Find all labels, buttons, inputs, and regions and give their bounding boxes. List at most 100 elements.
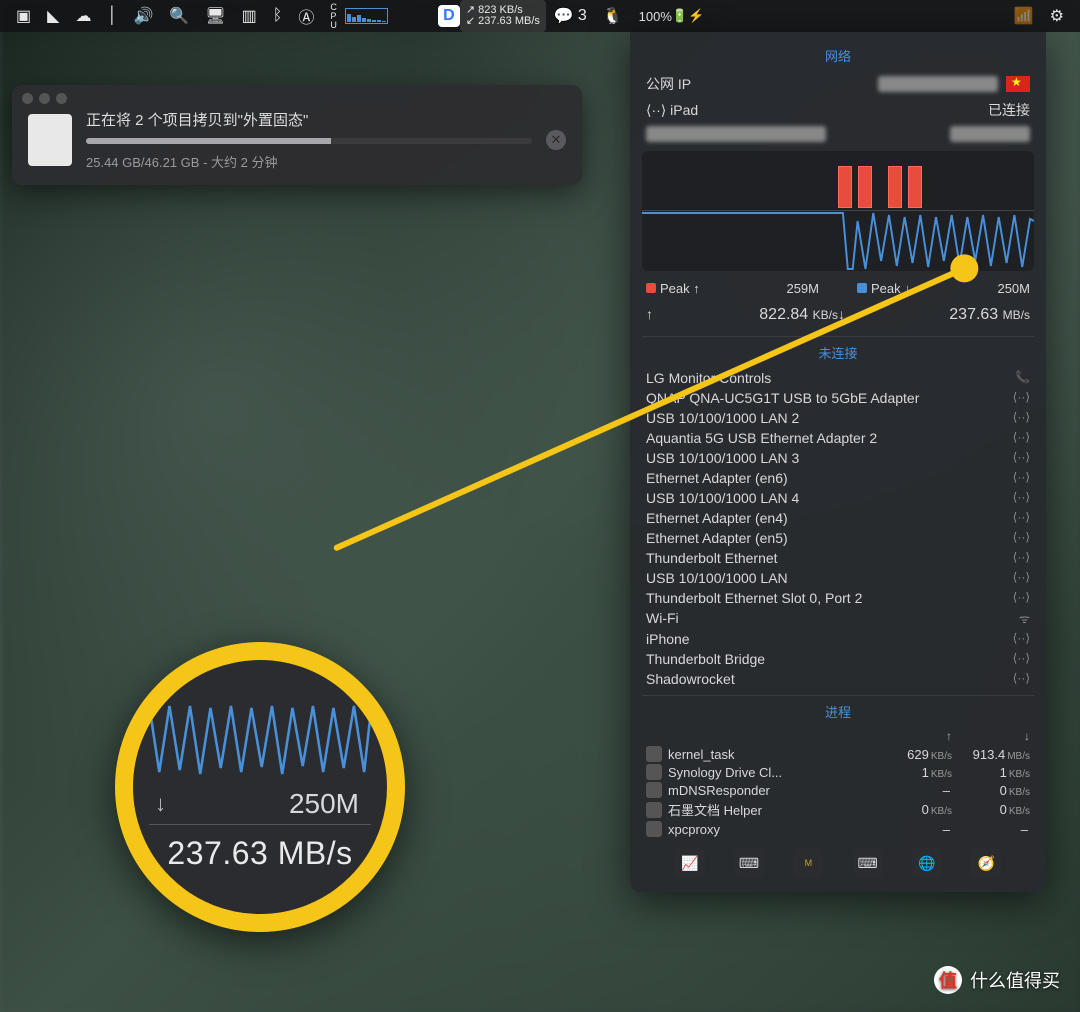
activity-monitor-icon[interactable]: 📈	[675, 848, 705, 878]
process-name: kernel_task	[668, 747, 874, 762]
adapter-row[interactable]: USB 10/100/1000 LAN 4 ⟨··⟩	[630, 488, 1046, 508]
adapter-row[interactable]: USB 10/100/1000 LAN 3 ⟨··⟩	[630, 448, 1046, 468]
process-down: –	[952, 822, 1030, 837]
adapter-row[interactable]: Thunderbolt Ethernet⟨··⟩	[630, 548, 1046, 568]
peak-row: Peak ↑ 259M Peak ↓ 250M	[630, 277, 1046, 300]
process-icon	[646, 821, 662, 837]
cloud-icon[interactable]: ☁	[67, 0, 99, 32]
adapter-type-icon: ⟨··⟩	[1013, 631, 1030, 647]
adapter-type-icon: ⟨··⟩	[1013, 490, 1030, 506]
qq-icon[interactable]: 🐧	[595, 0, 631, 32]
adapter-type-icon: ⟨··⟩	[1013, 410, 1030, 426]
display-icon[interactable]: 🖥	[197, 0, 233, 32]
battery-status[interactable]: 100% 🔋⚡	[631, 0, 713, 32]
adapter-type-icon: ⟨··⟩	[1013, 470, 1030, 486]
up-arrow-icon: ↑	[646, 306, 653, 322]
console-icon[interactable]: ⌨	[853, 848, 883, 878]
volume-icon[interactable]: 🔊	[125, 0, 161, 32]
wechat-badge: 3	[578, 7, 587, 25]
watermark-badge-icon: 值	[934, 966, 962, 994]
flag-icon	[1006, 76, 1030, 92]
adapter-name: USB 10/100/1000 LAN 4	[646, 490, 799, 506]
adapter-row[interactable]: Aquantia 5G USB Ethernet Adapter 2 ⟨··⟩	[630, 428, 1046, 448]
adapter-row[interactable]: Ethernet Adapter (en4)⟨··⟩	[630, 508, 1046, 528]
copy-title: 正在将 2 个项目拷贝到"外置固态"	[86, 109, 532, 130]
adapter-type-icon: ⟨··⟩	[1013, 550, 1030, 566]
network-speed-menubar[interactable]: ↗ 823 KB/s ↙ 237.63 MB/s	[460, 0, 546, 32]
adapter-name: Shadowrocket	[646, 671, 735, 687]
adapter-type-icon: ᯤ	[1019, 610, 1030, 627]
adapter-type-icon: ⟨··⟩	[1013, 671, 1030, 687]
device-name-redacted: XXXXXXXXX	[646, 126, 826, 142]
bluetooth-icon[interactable]: ᛒ	[265, 0, 291, 32]
device-ip-redacted: XXX7	[950, 126, 1030, 142]
wechat-icon[interactable]: 💬 3	[546, 0, 595, 32]
window-traffic-lights[interactable]	[22, 93, 67, 104]
adapter-type-icon: ⟨··⟩	[1013, 570, 1030, 586]
adapter-row[interactable]: USB 10/100/1000 LAN⟨··⟩	[630, 568, 1046, 588]
adapter-row[interactable]: Ethernet Adapter (en6)⟨··⟩	[630, 468, 1046, 488]
adapter-row[interactable]: Shadowrocket ⟨··⟩	[630, 669, 1046, 689]
search-icon[interactable]: 🔍	[161, 0, 197, 32]
process-header: ↑ ↓	[630, 727, 1046, 745]
process-list: kernel_task 629KB/s 913.4MB/s Synology D…	[630, 745, 1046, 838]
input-source-icon[interactable]: Ⓐ	[290, 0, 322, 32]
peak-down-value: 250M	[997, 281, 1030, 296]
cpu-bars-icon[interactable]	[345, 8, 388, 24]
adapter-type-icon: ⟨··⟩	[1013, 450, 1030, 466]
copy-progress-bar	[86, 138, 532, 144]
process-icon	[646, 764, 662, 780]
adapter-row[interactable]: Wi-Fi ᯤ	[630, 608, 1046, 629]
process-name: xpcproxy	[668, 822, 874, 837]
battery-indicator-icon[interactable]: ▥	[234, 0, 265, 32]
adapter-row[interactable]: USB 10/100/1000 LAN 2⟨··⟩	[630, 408, 1046, 428]
cpu-label[interactable]: CPU	[322, 0, 345, 32]
panel-footer: 📈 ⌨ M ⌨ 🌐 🧭	[630, 838, 1046, 882]
menubar-icon-bird[interactable]: ◣	[39, 0, 67, 32]
adapter-list: LG Monitor Controls📞QNAP QNA-UC5G1T USB …	[630, 368, 1046, 689]
process-row[interactable]: mDNSResponder – 0KB/s	[630, 781, 1046, 799]
adapter-name: Aquantia 5G USB Ethernet Adapter 2	[646, 430, 877, 446]
peak-up-value: 259M	[786, 281, 819, 296]
process-down: 0KB/s	[952, 802, 1030, 817]
file-copy-dialog: 正在将 2 个项目拷贝到"外置固态" 25.44 GB/46.21 GB - 大…	[12, 85, 582, 185]
process-row[interactable]: Synology Drive Cl... 1KB/s 1KB/s	[630, 763, 1046, 781]
adapter-row[interactable]: Thunderbolt Ethernet Slot 0, Port 2⟨··⟩	[630, 588, 1046, 608]
adapter-row[interactable]: Thunderbolt Bridge⟨··⟩	[630, 649, 1046, 669]
mag-down-arrow-icon: ↓	[155, 791, 166, 817]
wifi-off-icon[interactable]: 📶	[1006, 0, 1042, 32]
adapter-name: Wi-Fi	[646, 610, 679, 627]
menubar: ▣ ◣ ☁ │ 🔊 🔍 🖥 ▥ ᛒ Ⓐ CPU D ↗ 823 KB/s ↙ 2…	[0, 0, 1080, 32]
peak-down-dot-icon	[857, 283, 867, 293]
process-row[interactable]: 石墨文档 Helper 0KB/s 0KB/s	[630, 799, 1046, 820]
process-up: 629KB/s	[874, 747, 952, 762]
process-up: –	[874, 822, 952, 837]
adapter-name: USB 10/100/1000 LAN 3	[646, 450, 799, 466]
menubar-app-icon[interactable]: ▣	[8, 0, 39, 32]
file-stack-icon	[28, 114, 72, 166]
network-stats-panel: 网络 公网 IP XXX.XXX.XXX ⟨··⟩ iPad 已连接 XXXXX…	[630, 32, 1046, 892]
terminal-icon[interactable]: ⌨	[734, 848, 764, 878]
section-processes: 进程	[630, 702, 1046, 721]
network-utility-icon[interactable]: 🌐	[912, 848, 942, 878]
cancel-copy-button[interactable]: ✕	[546, 130, 566, 150]
speedtest-icon[interactable]: 🧭	[971, 848, 1001, 878]
process-up: 1KB/s	[874, 765, 952, 780]
control-center-icon[interactable]: ⚙	[1042, 0, 1072, 32]
process-row[interactable]: kernel_task 629KB/s 913.4MB/s	[630, 745, 1046, 763]
adapter-row[interactable]: iPhone ⟨··⟩	[630, 629, 1046, 649]
adapter-name: Ethernet Adapter (en4)	[646, 510, 788, 526]
adapter-type-icon: 📞	[1015, 370, 1030, 386]
adapter-name: iPhone	[646, 631, 690, 647]
app-d-icon[interactable]: D	[438, 5, 460, 27]
magnified-rate: 237.63 MB/s	[149, 835, 371, 872]
public-ip-redacted: XXX.XXX.XXX	[878, 76, 998, 92]
watermark: 值 什么值得买	[934, 966, 1060, 994]
process-icon	[646, 802, 662, 818]
process-row[interactable]: xpcproxy – –	[630, 820, 1046, 838]
adapter-type-icon: ⟨··⟩	[1013, 430, 1030, 446]
adapter-row[interactable]: Ethernet Adapter (en5)⟨··⟩	[630, 528, 1046, 548]
adapter-name: Thunderbolt Bridge	[646, 651, 765, 667]
process-down: 0KB/s	[952, 783, 1030, 798]
marked-icon[interactable]: M	[793, 848, 823, 878]
